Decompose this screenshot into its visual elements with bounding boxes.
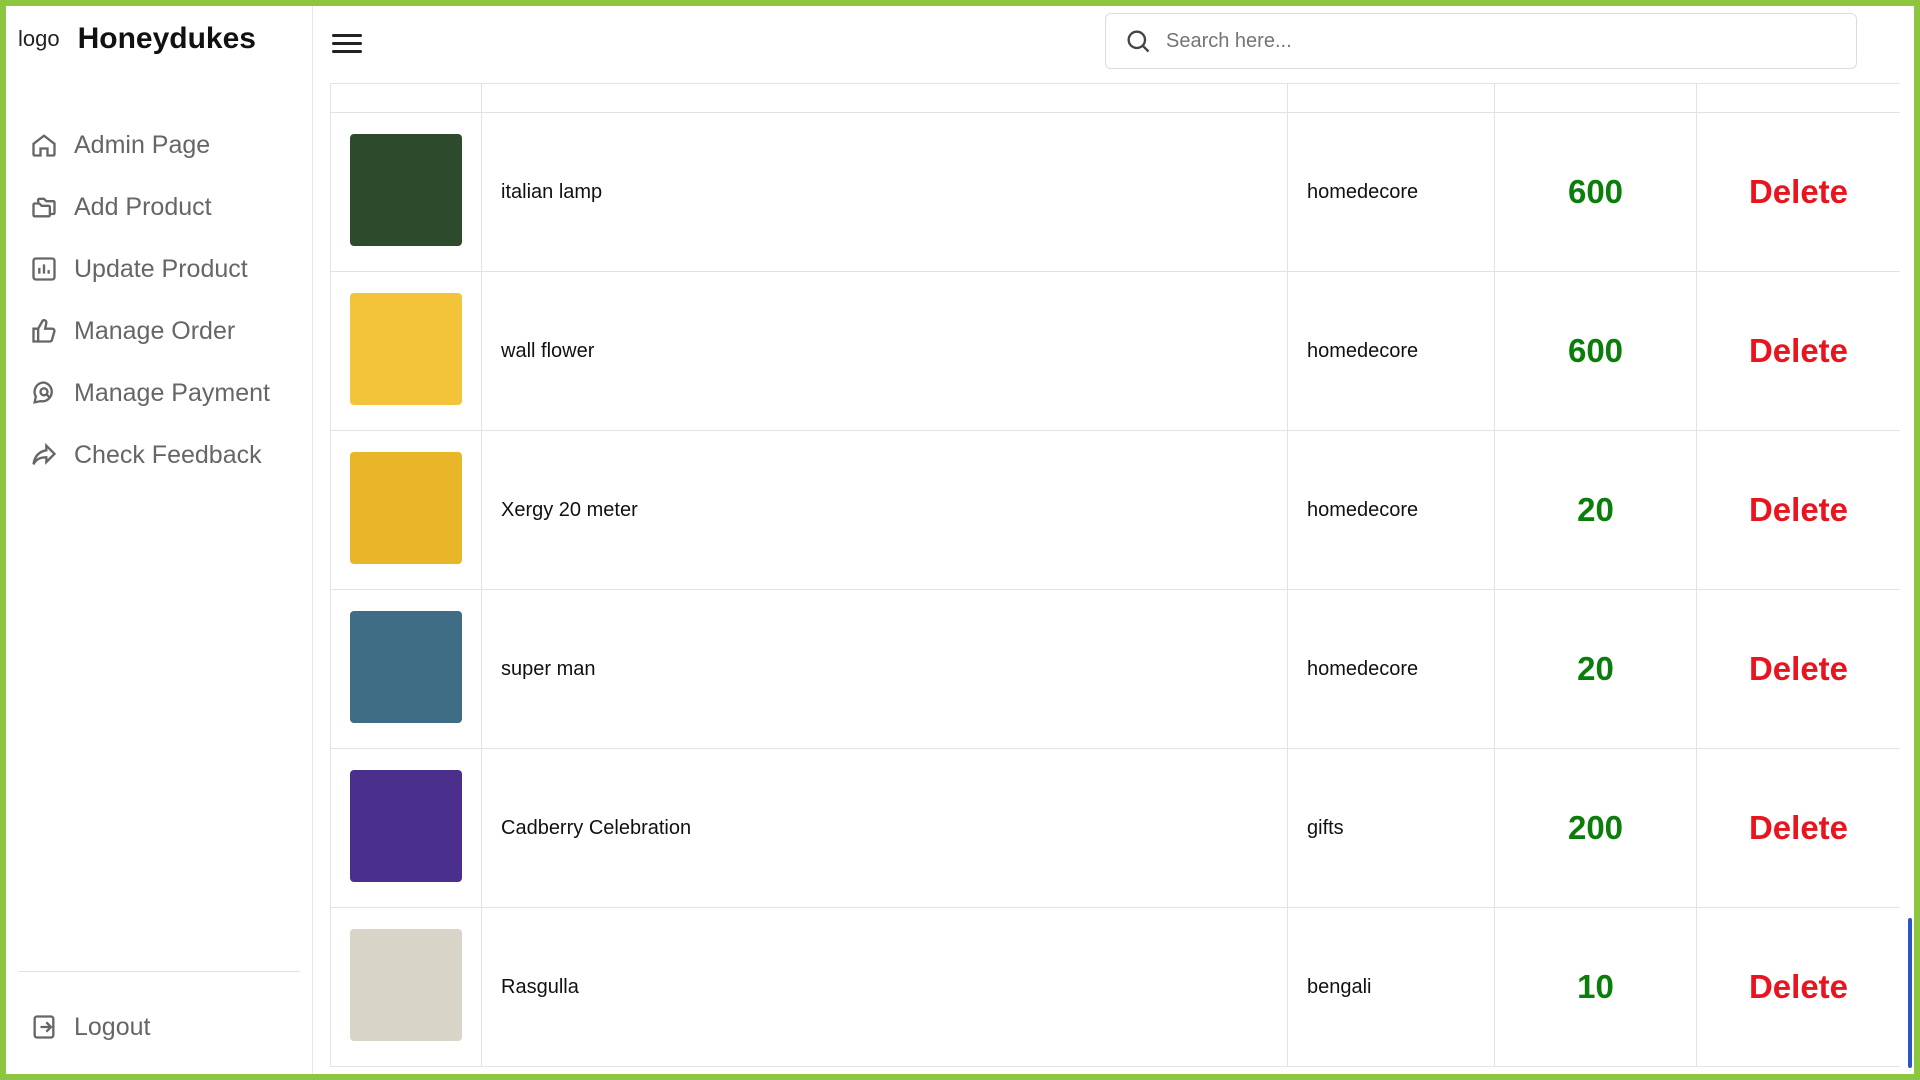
product-thumbnail: [350, 769, 462, 882]
product-name: super man: [481, 589, 1288, 749]
sidebar-item-admin-page[interactable]: Admin Page: [30, 114, 270, 176]
brand[interactable]: logo Honeydukes: [18, 22, 256, 56]
table-cell: [1696, 83, 1900, 113]
product-price: 20: [1494, 589, 1697, 749]
product-category: homedecore: [1287, 589, 1495, 749]
action-cell: Delete: [1696, 907, 1900, 1067]
action-cell: Delete: [1696, 748, 1900, 908]
logo-image: logo: [18, 26, 60, 51]
product-image-cell: [330, 748, 482, 908]
sidebar-item-label: Manage Payment: [74, 378, 270, 407]
sidebar-item-update-product[interactable]: Update Product: [30, 238, 270, 300]
product-name: Rasgulla: [481, 907, 1288, 1067]
product-category: homedecore: [1287, 271, 1495, 431]
table-row: [330, 83, 1900, 113]
product-image-cell: [330, 589, 482, 749]
hamburger-line: [332, 42, 362, 45]
bar-chart-icon: [32, 257, 56, 281]
product-price: 10: [1494, 907, 1697, 1067]
sidebar-item-check-feedback[interactable]: Check Feedback: [30, 424, 270, 486]
product-name: Xergy 20 meter: [481, 430, 1288, 590]
menu-toggle-button[interactable]: [332, 34, 362, 58]
scrollbar[interactable]: [1908, 918, 1912, 1068]
action-cell: Delete: [1696, 112, 1900, 272]
delete-button[interactable]: Delete: [1749, 173, 1848, 210]
table-cell: [1494, 83, 1697, 113]
sidebar-item-manage-payment[interactable]: Manage Payment: [30, 362, 270, 424]
delete-button[interactable]: Delete: [1749, 968, 1848, 1005]
action-cell: Delete: [1696, 271, 1900, 431]
product-name: Cadberry Celebration: [481, 748, 1288, 908]
product-price: 600: [1494, 112, 1697, 272]
search-bar: [1105, 13, 1857, 69]
action-cell: Delete: [1696, 430, 1900, 590]
product-thumbnail: [350, 451, 462, 564]
brand-name: Honeydukes: [77, 22, 256, 55]
product-image-cell: [330, 112, 482, 272]
product-price: 600: [1494, 271, 1697, 431]
sidebar-divider: [18, 971, 300, 972]
sidebar-nav: Admin Page Add Product Update Product Ma…: [30, 114, 270, 486]
product-image-cell: [330, 907, 482, 1067]
logout-label: Logout: [74, 1012, 151, 1041]
table-row: italian lamp homedecore 600 Delete: [330, 112, 1900, 272]
sidebar-item-manage-order[interactable]: Manage Order: [30, 300, 270, 362]
product-name: italian lamp: [481, 112, 1288, 272]
product-category: homedecore: [1287, 112, 1495, 272]
product-image-cell: [330, 271, 482, 431]
product-category: bengali: [1287, 907, 1495, 1067]
product-price: 200: [1494, 748, 1697, 908]
sidebar-item-label: Update Product: [74, 254, 248, 283]
chat-search-icon: [33, 381, 53, 404]
sidebar-item-label: Manage Order: [74, 316, 236, 345]
table-row: Xergy 20 meter homedecore 20 Delete: [330, 430, 1900, 590]
home-icon: [32, 134, 56, 157]
sidebar-item-add-product[interactable]: Add Product: [30, 176, 270, 238]
table-cell: [1287, 83, 1495, 113]
thumbs-up-icon: [32, 319, 56, 343]
product-thumbnail: [350, 133, 462, 246]
product-thumbnail: [350, 292, 462, 405]
share-arrow-icon: [32, 442, 57, 465]
delete-button[interactable]: Delete: [1749, 491, 1848, 528]
folders-icon: [32, 197, 56, 218]
hamburger-line: [332, 50, 362, 53]
product-price: 20: [1494, 430, 1697, 590]
search-icon: [1127, 30, 1150, 53]
table-row: wall flower homedecore 600 Delete: [330, 271, 1900, 431]
product-thumbnail: [350, 928, 462, 1041]
sidebar-item-label: Add Product: [74, 192, 212, 221]
delete-button[interactable]: Delete: [1749, 650, 1848, 687]
delete-button[interactable]: Delete: [1749, 332, 1848, 369]
delete-button[interactable]: Delete: [1749, 809, 1848, 846]
product-thumbnail: [350, 610, 462, 723]
product-table: italian lamp homedecore 600 Delete wall …: [330, 83, 1900, 1067]
table-cell: [481, 83, 1288, 113]
product-category: homedecore: [1287, 430, 1495, 590]
search-input[interactable]: [1166, 29, 1806, 53]
product-image-cell: [330, 430, 482, 590]
sidebar-item-label: Check Feedback: [74, 440, 262, 469]
sidebar: logo Honeydukes Admin Page Add Product U…: [6, 6, 313, 1074]
table-row: Rasgulla bengali 10 Delete: [330, 907, 1900, 1067]
action-cell: Delete: [1696, 589, 1900, 749]
sidebar-item-label: Admin Page: [74, 130, 211, 159]
table-row: Cadberry Celebration gifts 200 Delete: [330, 748, 1900, 908]
product-table-container[interactable]: italian lamp homedecore 600 Delete wall …: [330, 83, 1900, 1074]
app-frame: logo Honeydukes Admin Page Add Product U…: [0, 0, 1920, 1080]
product-category: gifts: [1287, 748, 1495, 908]
product-name: wall flower: [481, 271, 1288, 431]
table-cell: [330, 83, 482, 113]
logout-icon: [33, 1015, 55, 1039]
hamburger-line: [332, 34, 362, 37]
table-row: super man homedecore 20 Delete: [330, 589, 1900, 749]
logout-button[interactable]: Logout: [30, 996, 150, 1058]
